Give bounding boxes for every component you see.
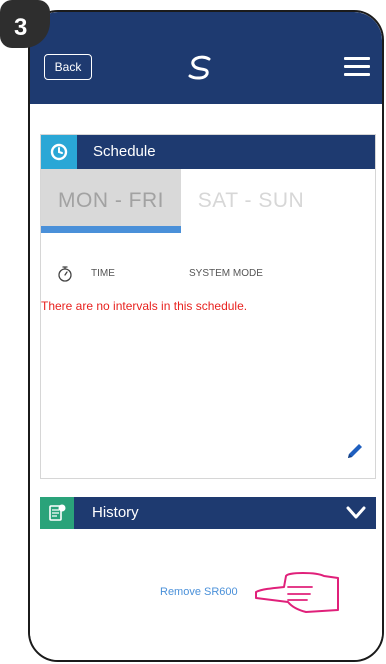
step-number: 3 [14,14,28,41]
schedule-title: Schedule [93,143,156,160]
empty-schedule-message: There are no intervals in this schedule. [41,299,248,313]
chevron-down-icon[interactable] [346,505,366,521]
time-column-header: TIME [91,268,115,279]
pointing-hand-icon [255,572,339,613]
tab-mon-fri[interactable]: MON - FRI [41,169,181,233]
app-header: Back [30,12,382,104]
history-accordion-header[interactable]: History [40,497,376,529]
main-content: Schedule MON - FRI SAT - SUN TIME SYSTEM… [30,104,382,660]
history-title: History [92,504,139,521]
schedule-card: Schedule MON - FRI SAT - SUN TIME SYSTEM… [40,134,376,479]
schedule-clock-icon [41,135,77,169]
tab-mon-fri-label: MON - FRI [58,189,164,212]
hamburger-menu-icon[interactable] [344,57,370,77]
system-mode-column-header: SYSTEM MODE [189,268,263,279]
schedule-header: Schedule [41,135,375,169]
history-document-icon [40,497,74,529]
active-tab-indicator [41,226,181,233]
phone-frame: Back Schedule MON - FRI SAT - SUN TIME S… [28,10,384,662]
back-button[interactable]: Back [44,54,92,80]
tab-sat-sun[interactable]: SAT - SUN [181,169,321,233]
tab-sat-sun-label: SAT - SUN [197,189,305,212]
remove-device-link[interactable]: Remove SR600 [160,586,238,598]
salus-logo-icon [188,55,211,80]
pencil-edit-icon[interactable] [345,441,365,461]
stopwatch-icon [58,266,72,282]
